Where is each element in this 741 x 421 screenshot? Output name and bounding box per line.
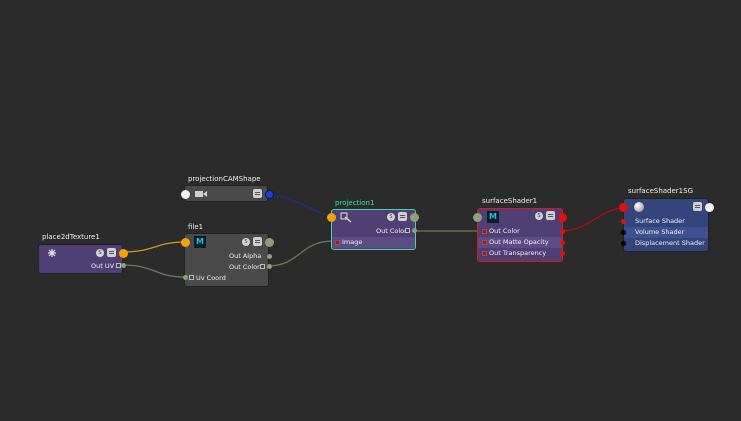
projection1-image-label: Image xyxy=(342,238,363,246)
file1-uv-coord-label: Uv Coord xyxy=(196,274,226,282)
edge-place2d-to-file-orange xyxy=(121,241,186,253)
place2d-node[interactable]: S Out UV xyxy=(38,244,128,274)
place2d-output-port[interactable] xyxy=(119,249,128,258)
projection-cam-node[interactable] xyxy=(181,185,274,202)
file1-menu-icon[interactable] xyxy=(253,237,262,246)
shading-group-displacement-shader-label: Displacement Shader xyxy=(635,239,705,247)
shading-group-title: surfaceShader1SG xyxy=(628,187,693,195)
surface-shader-out-transparency-expand[interactable] xyxy=(482,251,487,256)
projection1-output-port[interactable] xyxy=(410,213,419,222)
place2d-title: place2dTexture1 xyxy=(42,233,100,241)
maya-m-icon: M xyxy=(487,211,499,223)
surface-shader-node[interactable]: M S Out Color Out Matte Opacity Out Tran… xyxy=(473,208,567,262)
shading-group-surface-shader-port[interactable] xyxy=(621,219,626,224)
projection1-out-color-expand[interactable] xyxy=(405,228,410,233)
shading-group-input-port[interactable] xyxy=(619,203,628,212)
shading-group-volume-shader-port[interactable] xyxy=(621,230,626,235)
edge-place2d-to-file-uvcoord xyxy=(121,264,186,278)
projection1-out-color-port[interactable] xyxy=(412,228,417,233)
projection1-image-expand[interactable] xyxy=(335,240,340,245)
edge-shader-to-sg xyxy=(560,207,625,232)
projection-cam-menu-icon[interactable] xyxy=(253,189,262,198)
surface-shader-out-transparency-port[interactable] xyxy=(560,251,565,256)
surface-shader-out-matte-label: Out Matte Opacity xyxy=(489,238,549,246)
file1-out-alpha-label: Out Alpha xyxy=(229,252,262,260)
place2d-out-uv-port[interactable] xyxy=(121,263,126,268)
shading-group-displacement-shader-port[interactable] xyxy=(621,241,626,246)
surface-shader-out-matte-port[interactable] xyxy=(560,240,565,245)
projection-cam-output-port[interactable] xyxy=(265,190,274,199)
surface-shader-out-color-label: Out Color xyxy=(489,227,520,235)
projection-icon xyxy=(340,212,352,223)
shading-group-sphere-icon xyxy=(634,202,644,212)
shading-group-output-port[interactable] xyxy=(705,203,714,212)
surface-shader-out-matte-expand[interactable] xyxy=(482,240,487,245)
projection1-out-color-label: Out Color xyxy=(376,227,407,235)
file1-input-port[interactable] xyxy=(181,238,190,247)
shading-group-volume-shader-label: Volume Shader xyxy=(635,228,685,236)
projection1-swatch-icon[interactable]: S xyxy=(387,213,395,221)
file1-out-color-expand[interactable] xyxy=(260,264,265,269)
surface-shader-menu-icon[interactable] xyxy=(546,211,555,220)
projection-cam-title: projectionCAMShape xyxy=(188,175,261,183)
surface-shader-out-color-expand[interactable] xyxy=(482,229,487,234)
surface-shader-out-color-port[interactable] xyxy=(560,229,565,234)
projection1-menu-icon[interactable] xyxy=(398,212,407,221)
place2d-out-uv-label: Out UV xyxy=(91,262,115,270)
file1-title: file1 xyxy=(188,223,204,231)
place2d-swatch-icon[interactable]: S xyxy=(96,249,104,257)
projection1-title: projection1 xyxy=(335,199,375,207)
file1-out-color-label: Out Color xyxy=(229,263,260,271)
projection-cam-input-port[interactable] xyxy=(181,190,190,199)
edge-file-to-projection-image xyxy=(267,240,334,267)
shading-group-node[interactable]: Surface Shader Volume Shader Displacemen… xyxy=(619,198,714,252)
surface-shader-output-port[interactable] xyxy=(558,213,567,222)
projection1-input-port[interactable] xyxy=(327,213,336,222)
surface-shader-input-port[interactable] xyxy=(473,213,482,222)
edge-camera-to-projection xyxy=(268,193,333,218)
shading-group-surface-shader-label: Surface Shader xyxy=(635,217,685,225)
file1-out-alpha-port[interactable] xyxy=(267,254,272,259)
projection1-node[interactable]: S Out Color Image xyxy=(327,209,419,250)
file1-out-color-port[interactable] xyxy=(267,264,272,269)
file1-node[interactable]: M S Out Alpha Out Color Uv Coord xyxy=(181,233,274,287)
surface-shader-title: surfaceShader1 xyxy=(482,197,538,205)
camera-icon xyxy=(195,191,207,197)
file1-uv-coord-port[interactable] xyxy=(183,275,188,280)
shading-group-menu-icon[interactable] xyxy=(693,202,702,211)
file1-swatch-icon[interactable]: S xyxy=(242,238,250,246)
maya-m-icon: M xyxy=(194,236,206,248)
place2d-menu-icon[interactable] xyxy=(107,248,116,257)
surface-shader-swatch-icon[interactable]: S xyxy=(535,212,543,220)
surface-shader-out-transparency-label: Out Transparency xyxy=(489,249,547,257)
file1-uv-coord-expand[interactable] xyxy=(189,275,194,280)
file1-output-port[interactable] xyxy=(265,238,274,247)
place2d-texture-icon xyxy=(48,249,56,257)
